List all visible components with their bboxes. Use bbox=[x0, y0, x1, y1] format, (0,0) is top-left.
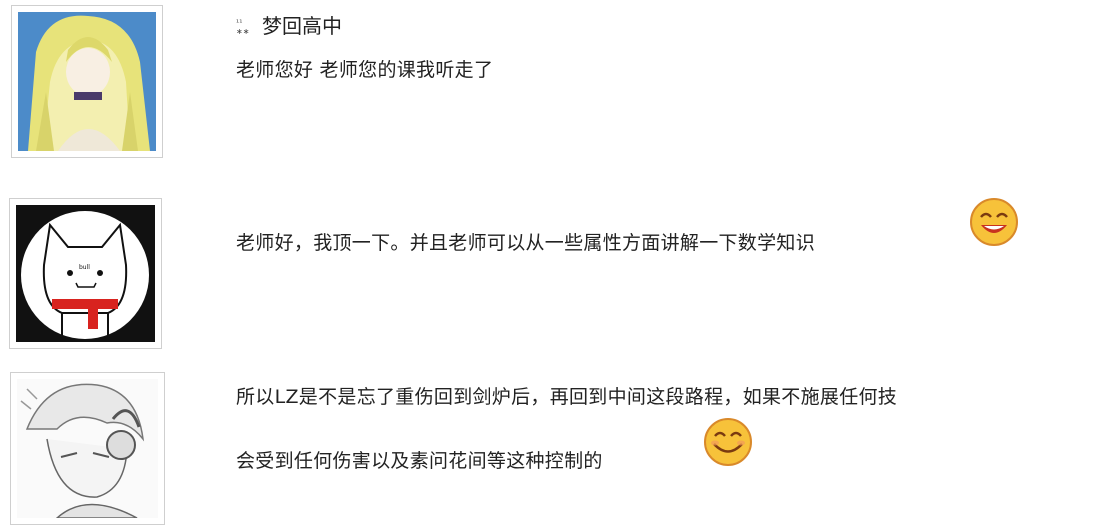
username[interactable]: 梦回高中 bbox=[262, 13, 342, 39]
avatar-1[interactable] bbox=[11, 5, 163, 158]
comment-3-text-line-1: 所以LZ是不是忘了重伤回到剑炉后，再回到中间这段路程，如果不施展任何技 bbox=[236, 386, 898, 408]
comment-1-text: 老师您好 老师您的课我听走了 bbox=[236, 59, 494, 81]
grinning-face-icon bbox=[703, 417, 753, 467]
anime-girl-avatar-image bbox=[18, 12, 156, 151]
comment-2-text: 老师好，我顶一下。并且老师可以从一些属性方面讲解一下数学知识 bbox=[236, 232, 816, 254]
cat-avatar-tag: bull bbox=[79, 264, 90, 271]
cat-avatar-image: bull bbox=[16, 205, 155, 342]
comment-3-text-line-2: 会受到任何伤害以及素问花间等这种控制的 bbox=[236, 450, 603, 472]
sketch-boy-avatar-image bbox=[17, 379, 158, 518]
avatar-3[interactable] bbox=[10, 372, 165, 525]
user-level-tag: ¹¹ ∗∗ bbox=[236, 18, 250, 36]
avatar-2[interactable]: bull bbox=[9, 198, 162, 349]
laughing-face-icon bbox=[969, 197, 1019, 247]
